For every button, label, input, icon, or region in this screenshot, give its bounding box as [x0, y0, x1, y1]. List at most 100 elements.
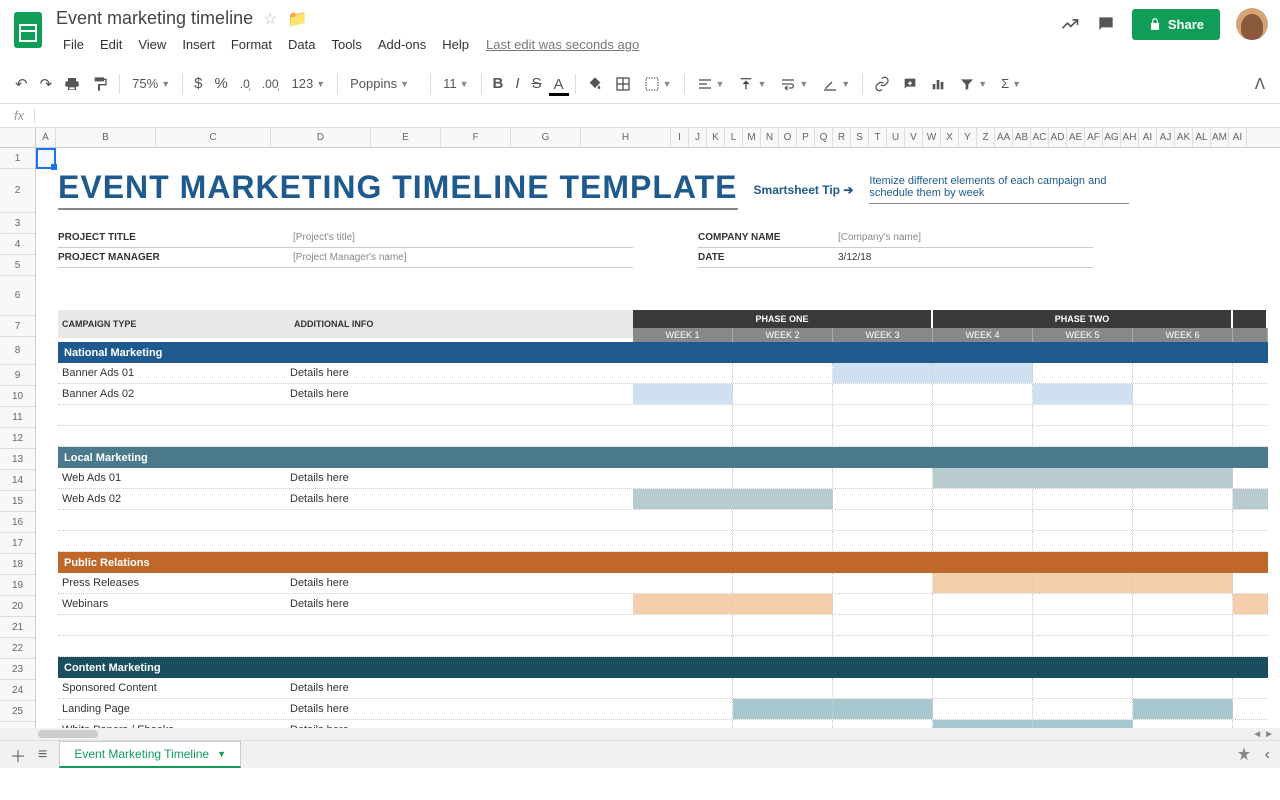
col-header[interactable]: Y: [959, 128, 977, 147]
menu-file[interactable]: File: [56, 33, 91, 56]
row-header[interactable]: 9: [0, 365, 35, 386]
col-header[interactable]: V: [905, 128, 923, 147]
timeline-cell[interactable]: [1033, 468, 1133, 488]
row-header[interactable]: 25: [0, 701, 35, 722]
add-sheet-icon[interactable]: ＋: [10, 743, 26, 767]
row-header[interactable]: 5: [0, 255, 35, 276]
pm-value[interactable]: [Project Manager's name]: [293, 248, 633, 268]
col-header[interactable]: AG: [1103, 128, 1121, 147]
timeline-cell[interactable]: [733, 363, 833, 383]
undo-icon[interactable]: ↶: [10, 71, 33, 97]
borders-icon[interactable]: [610, 72, 636, 96]
col-header[interactable]: AA: [995, 128, 1013, 147]
task-row[interactable]: Web Ads 01Details here: [58, 468, 1268, 489]
italic-icon[interactable]: I: [510, 71, 524, 96]
timeline-cell[interactable]: [1133, 489, 1233, 509]
row-header[interactable]: 8: [0, 337, 35, 365]
row-header[interactable]: 22: [0, 638, 35, 659]
col-header[interactable]: AH: [1121, 128, 1139, 147]
timeline-cell[interactable]: [1033, 594, 1133, 614]
menu-edit[interactable]: Edit: [93, 33, 129, 56]
timeline-cell[interactable]: [633, 363, 733, 383]
strike-icon[interactable]: S: [527, 71, 547, 96]
last-edit-link[interactable]: Last edit was seconds ago: [486, 37, 639, 52]
menu-view[interactable]: View: [131, 33, 173, 56]
row-header[interactable]: 21: [0, 617, 35, 638]
row-header[interactable]: 14: [0, 470, 35, 491]
menu-add-ons[interactable]: Add-ons: [371, 33, 433, 56]
row-header[interactable]: 15: [0, 491, 35, 512]
user-avatar[interactable]: [1236, 8, 1268, 40]
sheet-tab-active[interactable]: Event Marketing Timeline ▼: [59, 741, 241, 768]
col-header[interactable]: T: [869, 128, 887, 147]
timeline-cell[interactable]: [1033, 699, 1133, 719]
col-header[interactable]: AE: [1067, 128, 1085, 147]
timeline-cell[interactable]: [733, 573, 833, 593]
row-header[interactable]: 12: [0, 428, 35, 449]
timeline-cell[interactable]: [633, 468, 733, 488]
timeline-cell[interactable]: [833, 594, 933, 614]
formula-input[interactable]: [35, 108, 1276, 123]
horizontal-scrollbar[interactable]: ◄►: [0, 728, 1280, 740]
col-header[interactable]: B: [56, 128, 156, 147]
timeline-cell[interactable]: [833, 699, 933, 719]
menu-data[interactable]: Data: [281, 33, 322, 56]
row-header[interactable]: 6: [0, 276, 35, 316]
valign-icon[interactable]: ▼: [732, 73, 772, 95]
zoom-select[interactable]: 75%▼: [126, 73, 176, 94]
blank-row[interactable]: [58, 426, 1268, 447]
timeline-cell[interactable]: [1233, 489, 1268, 509]
timeline-cell[interactable]: [1133, 573, 1233, 593]
timeline-cell[interactable]: [633, 384, 733, 404]
blank-row[interactable]: [58, 405, 1268, 426]
timeline-cell[interactable]: [633, 489, 733, 509]
col-header[interactable]: E: [371, 128, 441, 147]
timeline-cell[interactable]: [933, 384, 1033, 404]
timeline-cell[interactable]: [733, 699, 833, 719]
decrease-decimal-icon[interactable]: .0̩: [235, 73, 255, 95]
insert-comment-icon[interactable]: [897, 72, 923, 96]
comment-icon[interactable]: [1096, 14, 1116, 34]
font-select[interactable]: Poppins▼: [344, 73, 424, 94]
col-header[interactable]: H: [581, 128, 671, 147]
functions-icon[interactable]: Σ▼: [995, 73, 1027, 94]
timeline-cell[interactable]: [1133, 699, 1233, 719]
timeline-cell[interactable]: [633, 699, 733, 719]
task-row[interactable]: Sponsored ContentDetails here: [58, 678, 1268, 699]
timeline-cell[interactable]: [1233, 468, 1268, 488]
timeline-cell[interactable]: [733, 678, 833, 698]
timeline-cell[interactable]: [1233, 363, 1268, 383]
timeline-cell[interactable]: [633, 573, 733, 593]
filter-icon[interactable]: ▼: [953, 73, 993, 95]
timeline-cell[interactable]: [1033, 489, 1133, 509]
row-header[interactable]: 18: [0, 554, 35, 575]
rotate-icon[interactable]: ▼: [816, 73, 856, 95]
row-header[interactable]: 10: [0, 386, 35, 407]
task-row[interactable]: WebinarsDetails here: [58, 594, 1268, 615]
col-header[interactable]: A: [36, 128, 56, 147]
menu-tools[interactable]: Tools: [324, 33, 368, 56]
col-header[interactable]: R: [833, 128, 851, 147]
wrap-icon[interactable]: ▼: [774, 73, 814, 95]
col-header[interactable]: D: [271, 128, 371, 147]
task-row[interactable]: Banner Ads 02Details here: [58, 384, 1268, 405]
row-header[interactable]: 2: [0, 169, 35, 213]
smartsheet-tip-link[interactable]: Smartsheet Tip ➔: [754, 183, 854, 197]
doc-title[interactable]: Event marketing timeline: [56, 8, 253, 29]
timeline-cell[interactable]: [1033, 573, 1133, 593]
timeline-cell[interactable]: [1133, 384, 1233, 404]
col-header[interactable]: AI: [1139, 128, 1157, 147]
row-header[interactable]: 1: [0, 148, 35, 169]
row-header[interactable]: 23: [0, 659, 35, 680]
task-row[interactable]: Press ReleasesDetails here: [58, 573, 1268, 594]
timeline-cell[interactable]: [1233, 384, 1268, 404]
halign-icon[interactable]: ▼: [691, 73, 731, 95]
sheets-logo[interactable]: [8, 10, 48, 50]
timeline-cell[interactable]: [1233, 678, 1268, 698]
row-header[interactable]: 17: [0, 533, 35, 554]
col-header[interactable]: AC: [1031, 128, 1049, 147]
currency-icon[interactable]: $: [189, 71, 207, 96]
timeline-cell[interactable]: [733, 594, 833, 614]
col-header[interactable]: AB: [1013, 128, 1031, 147]
timeline-cell[interactable]: [1033, 678, 1133, 698]
